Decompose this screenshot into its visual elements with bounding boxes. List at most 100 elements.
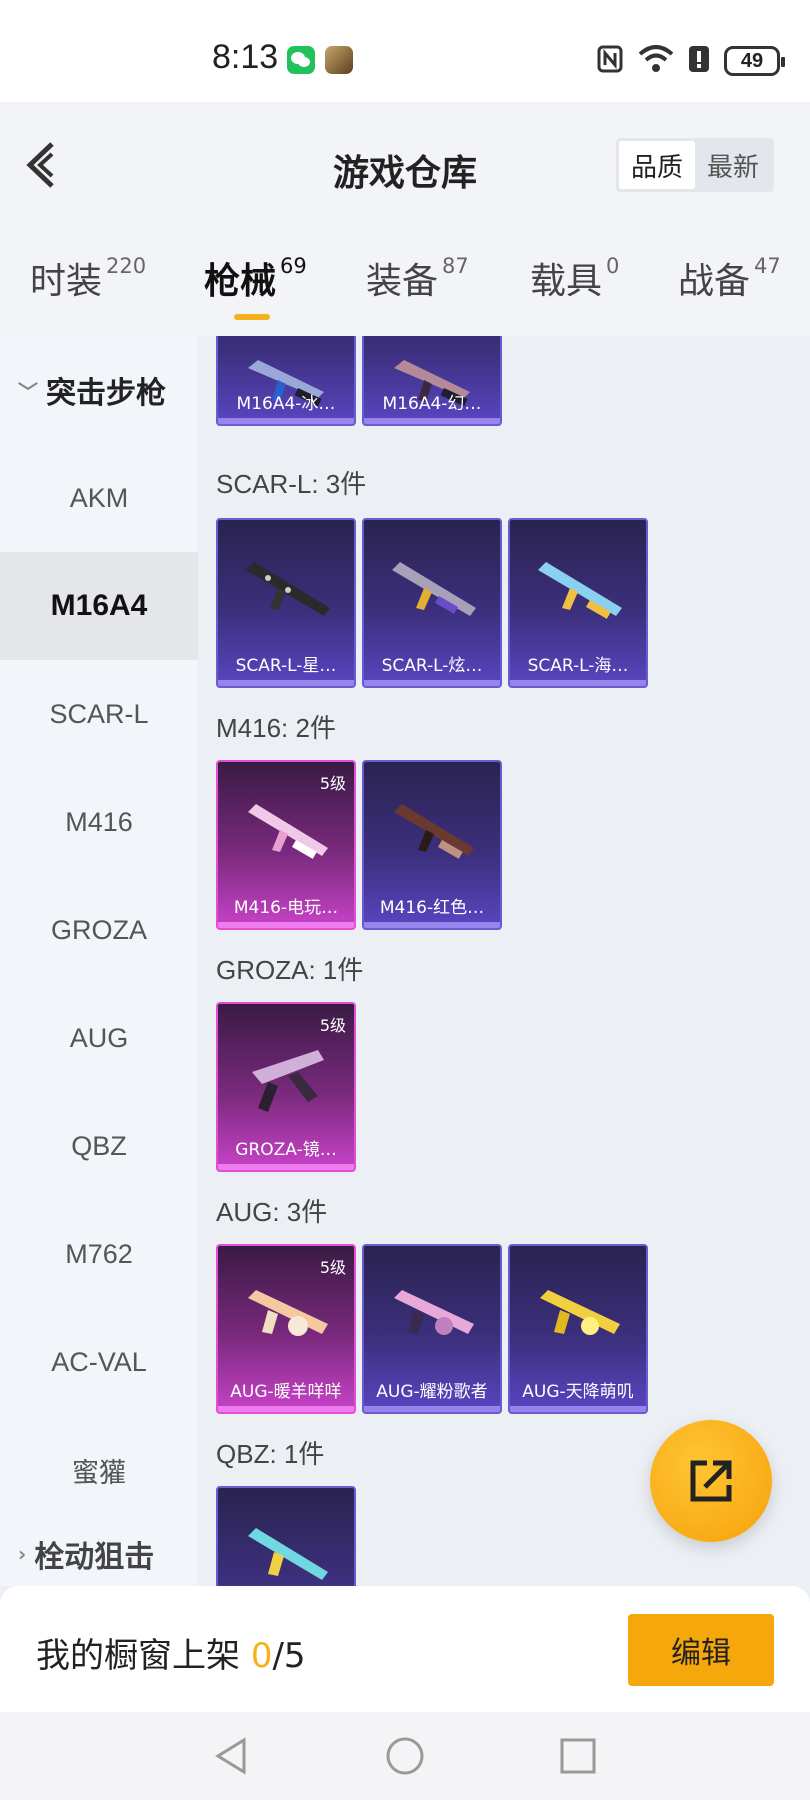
group-label: QBZ: 1件 — [216, 1439, 325, 1469]
weapon-card[interactable]: M16A4-冰… — [216, 336, 356, 426]
weapon-card[interactable]: 5级 AUG-暖羊咩咩 — [216, 1244, 356, 1414]
tab-fashion[interactable]: 时装 220 — [30, 252, 146, 304]
rifle-skin-image — [246, 562, 330, 616]
weapon-name: AUG-暖羊咩咩 — [230, 1382, 342, 1402]
group-label: SCAR-L: 3件 — [216, 469, 367, 499]
sort-toggle: 品质 最新 — [615, 138, 774, 192]
weapon-card[interactable]: SCAR-L-海… — [508, 518, 648, 688]
card-rarity-stripe — [364, 680, 500, 686]
system-nav-bar — [0, 1712, 810, 1800]
wechat-icon — [287, 46, 315, 74]
rifle-skin-image — [252, 1050, 324, 1112]
tab-count: 47 — [754, 254, 781, 278]
sidebar-item-m16a4[interactable]: M16A4 — [0, 552, 198, 660]
weapon-card[interactable]: 5级 GROZA-镜… — [216, 1002, 356, 1172]
edit-button[interactable]: 编辑 — [628, 1614, 774, 1686]
group-label: AUG: 3件 — [216, 1197, 328, 1227]
weapon-name: GROZA-镜… — [235, 1140, 337, 1160]
tab-label: 战备 — [678, 261, 751, 302]
card-rarity-stripe — [364, 418, 500, 424]
rifle-skin-image — [540, 1290, 620, 1335]
weapon-card[interactable]: 5级 M416-电玩… — [216, 760, 356, 930]
card-rarity-stripe — [218, 418, 354, 424]
weapon-name: SCAR-L-海… — [527, 656, 629, 676]
tab-label: 枪械 — [204, 261, 277, 302]
group-label: GROZA: 1件 — [216, 955, 364, 985]
weapon-card[interactable]: AUG-耀粉歌者 — [362, 1244, 502, 1414]
weapon-name: M16A4-冰… — [236, 394, 336, 414]
weapon-grid: M16A4-冰… M16A4-幻… SCAR-L: 3件 SCAR-L-星… S… — [198, 336, 810, 1586]
back-arrow-icon — [26, 142, 54, 188]
weapon-name: M416-红色… — [379, 898, 485, 918]
status-time: 8:13 — [212, 38, 279, 76]
app-header: 游戏仓库 品质 最新 — [0, 102, 810, 230]
showcase-bar: 我的橱窗上架 0/5 编辑 — [0, 1586, 810, 1712]
sidebar-category-bolt-sniper[interactable]: › 栓动狙击 — [18, 1532, 154, 1576]
group-label: M416: 2件 — [216, 713, 336, 743]
weapon-name: SCAR-L-星… — [235, 656, 337, 676]
tab-count: 87 — [442, 254, 469, 278]
card-rarity-stripe — [364, 1406, 500, 1412]
chevron-right-icon: › — [18, 1542, 27, 1566]
sidebar-item-scar-l[interactable]: SCAR-L — [0, 660, 198, 768]
card-rarity-stripe — [218, 1164, 354, 1170]
back-button[interactable] — [22, 138, 72, 192]
card-rarity-stripe — [218, 680, 354, 686]
level-badge: 5级 — [319, 774, 346, 793]
sort-newest-button[interactable]: 最新 — [695, 141, 771, 189]
rifle-skin-image — [248, 1528, 328, 1580]
tab-active-indicator — [234, 314, 270, 320]
weapon-card[interactable] — [216, 1486, 356, 1586]
tab-count: 69 — [280, 254, 307, 278]
card-rarity-stripe — [510, 1406, 646, 1412]
card-rarity-stripe — [218, 922, 354, 928]
sidebar-category-label: 栓动狙击 — [34, 1540, 155, 1575]
status-bar: 8:13 49 — [0, 0, 810, 102]
sidebar-item-qbz[interactable]: QBZ — [0, 1092, 198, 1200]
level-badge: 5级 — [319, 1258, 346, 1277]
weapon-card[interactable]: M416-红色… — [362, 760, 502, 930]
weapon-name: AUG-天降萌叽 — [522, 1382, 634, 1402]
nav-home-icon[interactable] — [381, 1732, 429, 1780]
sidebar-item-aug[interactable]: AUG — [0, 984, 198, 1092]
sidebar-category-assault-rifle[interactable]: ﹀ 突击步枪 — [18, 368, 166, 412]
tab-equipment[interactable]: 装备 87 — [366, 252, 469, 304]
showcase-text: 我的橱窗上架 — [36, 1636, 240, 1676]
rifle-skin-image — [538, 562, 622, 619]
sidebar-item-akm[interactable]: AKM — [0, 444, 198, 552]
weapon-card[interactable]: AUG-天降萌叽 — [508, 1244, 648, 1414]
nav-recents-icon[interactable] — [554, 1732, 602, 1780]
sort-quality-button[interactable]: 品质 — [618, 141, 695, 189]
card-rarity-stripe — [218, 1406, 354, 1412]
sidebar-category-label: 突击步枪 — [46, 376, 166, 411]
tab-firearms[interactable]: 枪械 69 — [204, 252, 307, 320]
level-badge: 5级 — [319, 1016, 346, 1035]
tab-count: 220 — [106, 254, 147, 278]
card-rarity-stripe — [510, 680, 646, 686]
wifi-icon — [638, 44, 674, 78]
external-link-icon — [690, 1460, 732, 1502]
rifle-skin-image — [392, 562, 476, 616]
weapon-card[interactable]: SCAR-L-星… — [216, 518, 356, 688]
category-tabs: 时装 220 枪械 69 装备 87 载具 0 战备 47 — [0, 230, 810, 336]
rifle-skin-image — [248, 1290, 328, 1336]
sidebar-item-m762[interactable]: M762 — [0, 1200, 198, 1308]
rifle-skin-image — [248, 804, 328, 859]
sidebar-item-m416[interactable]: M416 — [0, 768, 198, 876]
tab-label: 时装 — [30, 261, 103, 302]
alert-icon — [688, 44, 710, 78]
tab-supplies[interactable]: 战备 47 — [678, 252, 781, 304]
battery-indicator: 49 — [724, 46, 785, 76]
rifle-skin-image — [394, 1290, 474, 1335]
tab-vehicles[interactable]: 载具 0 — [530, 252, 619, 304]
chevron-down-icon: ﹀ — [18, 379, 38, 404]
sidebar-item-groza[interactable]: GROZA — [0, 876, 198, 984]
share-fab[interactable] — [650, 1420, 772, 1542]
nav-back-icon[interactable] — [208, 1732, 256, 1780]
tab-label: 载具 — [530, 261, 603, 302]
weapon-sidebar: ﹀ 突击步枪 AKM M16A4 SCAR-L M416 GROZA AUG Q… — [0, 336, 198, 1586]
sidebar-item-honey-badger[interactable]: 蜜獾 — [0, 1416, 198, 1524]
weapon-card[interactable]: SCAR-L-炫… — [362, 518, 502, 688]
sidebar-item-ac-val[interactable]: AC-VAL — [0, 1308, 198, 1416]
weapon-card[interactable]: M16A4-幻… — [362, 336, 502, 426]
